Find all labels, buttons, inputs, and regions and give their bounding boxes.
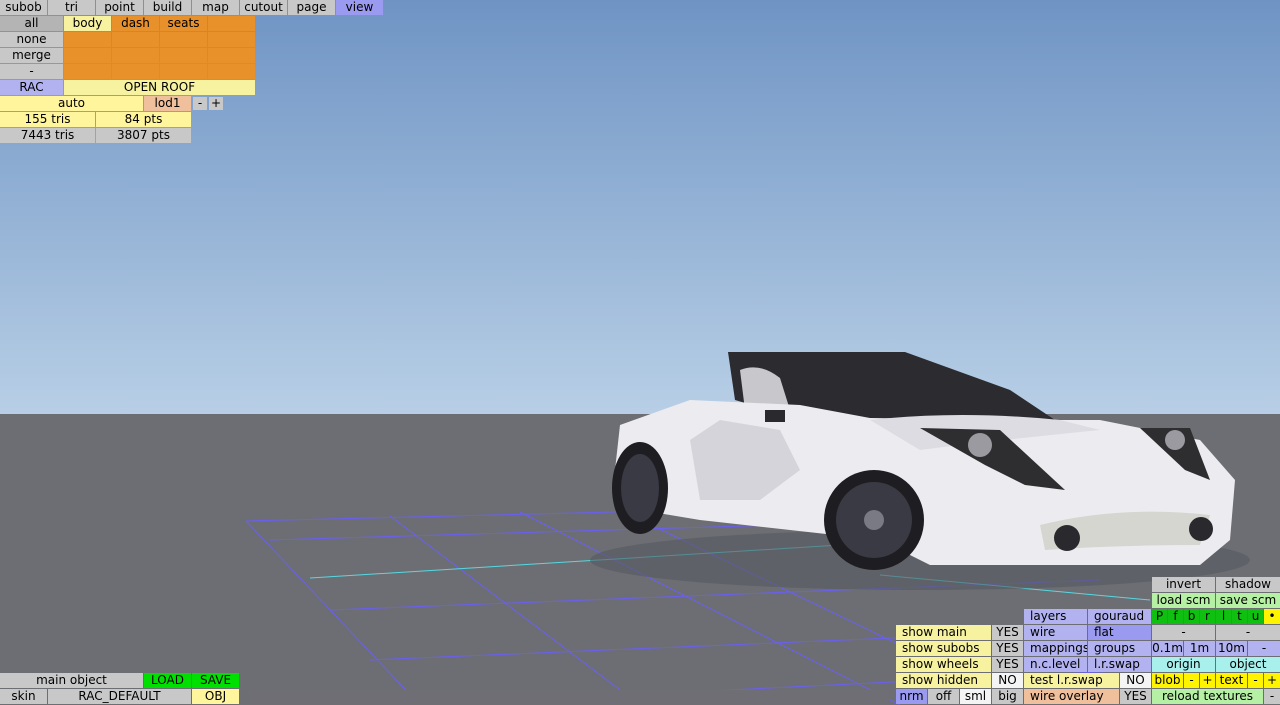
- save-scm-button[interactable]: save scm: [1216, 593, 1280, 608]
- object-button[interactable]: object: [1216, 657, 1280, 672]
- selected-pts: 84 pts: [96, 112, 191, 127]
- show-wheels-value[interactable]: YES: [992, 657, 1023, 672]
- tab-subob[interactable]: subob: [0, 0, 47, 15]
- open-roof-button[interactable]: OPEN ROOF: [64, 80, 255, 95]
- grid-10m-button[interactable]: 10m: [1216, 641, 1247, 656]
- subob-slot[interactable]: [208, 64, 255, 79]
- subob-slot[interactable]: [112, 48, 159, 63]
- tab-cutout[interactable]: cutout: [240, 0, 287, 15]
- layers-button[interactable]: layers: [1024, 609, 1087, 624]
- selected-tris: 155 tris: [0, 112, 95, 127]
- blob-minus-button[interactable]: -: [1184, 673, 1199, 688]
- nc-level-button[interactable]: n.c.level: [1024, 657, 1087, 672]
- view-under-button[interactable]: u: [1248, 609, 1263, 624]
- subob-dash[interactable]: dash: [112, 16, 159, 31]
- test-lr-swap-value[interactable]: NO: [1120, 673, 1151, 688]
- subob-slot[interactable]: [160, 32, 207, 47]
- subob-slot[interactable]: [64, 48, 111, 63]
- mappings-button[interactable]: mappings: [1024, 641, 1087, 656]
- total-tris: 7443 tris: [0, 128, 95, 143]
- tab-build[interactable]: build: [144, 0, 191, 15]
- reload-textures-button[interactable]: reload textures: [1152, 689, 1263, 704]
- size-nrm-button[interactable]: nrm: [896, 689, 927, 704]
- view-persp-button[interactable]: P: [1152, 609, 1167, 624]
- size-sml-button[interactable]: sml: [960, 689, 991, 704]
- shadow-button[interactable]: shadow: [1216, 577, 1280, 592]
- subob-minus-button[interactable]: -: [0, 64, 63, 79]
- flat-button[interactable]: flat: [1088, 625, 1151, 640]
- skin-selector[interactable]: RAC_DEFAULT: [48, 689, 191, 704]
- text-plus-button[interactable]: +: [1264, 673, 1280, 688]
- lod-level[interactable]: lod1: [144, 96, 191, 111]
- load-scm-button[interactable]: load scm: [1152, 593, 1215, 608]
- text-button[interactable]: text: [1216, 673, 1247, 688]
- subob-slot[interactable]: [64, 32, 111, 47]
- view-left-button[interactable]: l: [1216, 609, 1231, 624]
- show-wheels-button[interactable]: show wheels: [896, 657, 991, 672]
- text-minus-button[interactable]: -: [1248, 673, 1263, 688]
- view-dot-button[interactable]: •: [1264, 609, 1280, 624]
- main-object-button[interactable]: main object: [0, 673, 143, 688]
- show-hidden-button[interactable]: show hidden: [896, 673, 991, 688]
- origin-button[interactable]: origin: [1152, 657, 1215, 672]
- size-off-button[interactable]: off: [928, 689, 959, 704]
- gouraud-button[interactable]: gouraud: [1088, 609, 1151, 624]
- grid-0-1m-button[interactable]: 0.1m: [1152, 641, 1183, 656]
- subob-slot[interactable]: [208, 32, 255, 47]
- tab-point[interactable]: point: [96, 0, 143, 15]
- view-right-button[interactable]: r: [1200, 609, 1215, 624]
- status-bar: [249, 690, 889, 705]
- test-lr-swap-button[interactable]: test l.r.swap: [1024, 673, 1119, 688]
- skin-label: skin: [0, 689, 47, 704]
- minus-button-1[interactable]: -: [1152, 625, 1215, 640]
- lr-swap-button[interactable]: l.r.swap: [1088, 657, 1151, 672]
- view-top-button[interactable]: t: [1232, 609, 1247, 624]
- subob-none-button[interactable]: none: [0, 32, 63, 47]
- subob-slot[interactable]: [208, 48, 255, 63]
- subob-slot[interactable]: [112, 32, 159, 47]
- tab-page[interactable]: page: [288, 0, 335, 15]
- save-button[interactable]: SAVE: [192, 673, 239, 688]
- show-subobs-button[interactable]: show subobs: [896, 641, 991, 656]
- wire-button[interactable]: wire: [1024, 625, 1087, 640]
- blob-button[interactable]: blob: [1152, 673, 1183, 688]
- show-hidden-value[interactable]: NO: [992, 673, 1023, 688]
- subob-merge-button[interactable]: merge: [0, 48, 63, 63]
- show-main-button[interactable]: show main: [896, 625, 991, 640]
- subob-slot[interactable]: [160, 64, 207, 79]
- lod-auto-button[interactable]: auto: [0, 96, 143, 111]
- minus-button-2[interactable]: -: [1216, 625, 1280, 640]
- groups-button[interactable]: groups: [1088, 641, 1151, 656]
- object-name-button[interactable]: RAC: [0, 80, 63, 95]
- view-front-button[interactable]: f: [1168, 609, 1183, 624]
- subob-slot[interactable]: [112, 64, 159, 79]
- tab-map[interactable]: map: [192, 0, 239, 15]
- grid-minus-button[interactable]: -: [1248, 641, 1280, 656]
- subob-slot[interactable]: [160, 48, 207, 63]
- tab-view[interactable]: view: [336, 0, 383, 15]
- blob-plus-button[interactable]: +: [1200, 673, 1215, 688]
- view-back-button[interactable]: b: [1184, 609, 1199, 624]
- subob-body[interactable]: body: [64, 16, 111, 31]
- subob-slot[interactable]: [64, 64, 111, 79]
- subob-seats[interactable]: seats: [160, 16, 207, 31]
- grid-1m-button[interactable]: 1m: [1184, 641, 1215, 656]
- lod-plus-button[interactable]: +: [209, 97, 223, 110]
- show-subobs-value[interactable]: YES: [992, 641, 1023, 656]
- subob-slot[interactable]: [208, 16, 255, 31]
- tab-tri[interactable]: tri: [48, 0, 95, 15]
- show-main-value[interactable]: YES: [992, 625, 1023, 640]
- lod-minus-button[interactable]: -: [193, 97, 207, 110]
- last-minus-button[interactable]: -: [1264, 689, 1280, 704]
- obj-button[interactable]: OBJ: [192, 689, 239, 704]
- wire-overlay-value[interactable]: YES: [1120, 689, 1151, 704]
- invert-button[interactable]: invert: [1152, 577, 1215, 592]
- total-pts: 3807 pts: [96, 128, 191, 143]
- viewport-3d[interactable]: [0, 0, 1280, 705]
- size-big-button[interactable]: big: [992, 689, 1023, 704]
- subob-all-button[interactable]: all: [0, 16, 63, 31]
- wire-overlay-button[interactable]: wire overlay: [1024, 689, 1119, 704]
- load-button[interactable]: LOAD: [144, 673, 191, 688]
